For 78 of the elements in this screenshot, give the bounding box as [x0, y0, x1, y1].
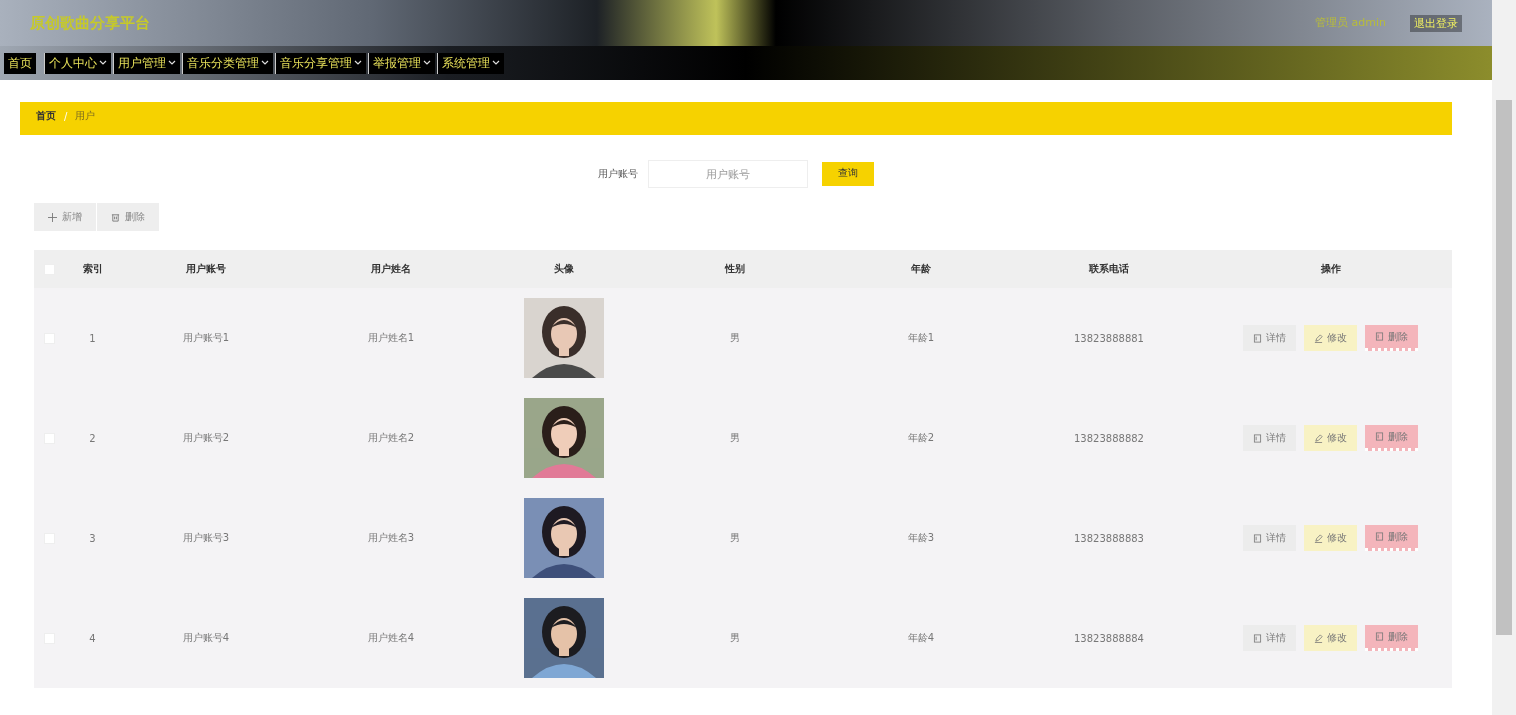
breadcrumb-current: 用户	[75, 109, 96, 123]
nav-item[interactable]: 音乐分类管理	[182, 52, 273, 74]
row-action-button[interactable]: 修改	[1304, 625, 1357, 651]
table-cell-text: 2	[88, 432, 97, 444]
column-header: 索引	[81, 262, 104, 276]
row-action-button[interactable]: 详情	[1243, 625, 1296, 651]
document-icon	[1375, 632, 1384, 641]
column-header: 用户姓名	[370, 262, 412, 276]
scrollbar-thumb[interactable]	[1496, 100, 1512, 635]
table-cell-text: 男	[729, 631, 741, 645]
pencil-icon	[1314, 633, 1323, 643]
document-icon	[1375, 532, 1384, 541]
document-icon	[1375, 332, 1384, 341]
table-cell-text: 用户姓名4	[366, 631, 416, 645]
search-field[interactable]: 用户账号	[648, 160, 808, 188]
row-action-button[interactable]: 详情	[1243, 525, 1296, 551]
table-cell-text: 用户账号4	[181, 631, 231, 645]
nav-item[interactable]: 用户管理	[113, 52, 180, 74]
row-action-button[interactable]: 修改	[1304, 425, 1357, 451]
row-action-button[interactable]: 修改	[1304, 525, 1357, 551]
document-icon	[1253, 533, 1262, 543]
search-button[interactable]: 查询	[822, 162, 874, 186]
table-cell-text: 3	[88, 532, 97, 544]
search-label: 用户账号	[598, 167, 638, 181]
table-cell-text: 4	[88, 632, 97, 644]
nav-item[interactable]: 个人中心	[44, 52, 111, 74]
column-header: 用户账号	[185, 262, 227, 276]
table-cell-text: 年龄3	[906, 531, 936, 545]
delete-button[interactable]: 删除	[97, 203, 160, 231]
nav-item[interactable]: 举报管理	[368, 52, 435, 74]
row-action-button[interactable]: 删除	[1365, 525, 1418, 551]
add-button[interactable]: 新增	[34, 203, 97, 231]
row-action-button[interactable]: 修改	[1304, 325, 1357, 351]
column-header: 年龄	[910, 262, 932, 276]
document-icon	[1375, 432, 1384, 441]
breadcrumb-link[interactable]: 首页	[36, 109, 56, 123]
table-cell-text: 13823888883	[1073, 532, 1145, 544]
table-cell-text: 13823888884	[1073, 632, 1145, 644]
table-cell-text: 年龄1	[906, 331, 936, 345]
site-title: 原创歌曲分享平台	[30, 13, 150, 33]
scrollbar[interactable]	[1492, 0, 1516, 715]
row-action-button[interactable]: 删除	[1365, 325, 1418, 351]
table-cell-text: 13823888881	[1073, 332, 1145, 344]
nav-item[interactable]: 系统管理	[437, 52, 504, 74]
nav-item[interactable]: 音乐分享管理	[275, 52, 366, 74]
column-header: 头像	[553, 262, 575, 276]
document-icon	[1253, 633, 1262, 643]
table-cell-text: 用户姓名3	[366, 531, 416, 545]
table-cell-text: 男	[729, 431, 741, 445]
table-cell-text: 用户姓名1	[366, 331, 416, 345]
table-cell-text: 年龄4	[906, 631, 936, 645]
logout-link[interactable]: 退出登录	[1410, 14, 1462, 32]
column-header: 操作	[1319, 262, 1342, 276]
nav-item[interactable]: 首页	[4, 52, 36, 74]
table-cell-text: 用户账号2	[181, 431, 231, 445]
trash-icon	[111, 212, 120, 222]
row-action-button[interactable]: 删除	[1365, 625, 1418, 651]
user-label: 管理员 admin	[1315, 14, 1386, 31]
pencil-icon	[1314, 433, 1323, 443]
column-header: 性别	[723, 262, 746, 276]
table-cell-text: 用户姓名2	[366, 431, 416, 445]
row-action-button[interactable]: 详情	[1243, 325, 1296, 351]
table-cell-text: 13823888882	[1073, 432, 1145, 444]
column-header: 联系电话	[1088, 262, 1130, 276]
table-cell-text: 1	[88, 332, 97, 344]
pencil-icon	[1314, 333, 1323, 343]
breadcrumb-separator: /	[64, 110, 68, 122]
table-cell-text: 用户账号3	[181, 531, 231, 545]
table-cell-text: 男	[729, 331, 741, 345]
table-cell-text: 男	[729, 531, 741, 545]
table-cell-text: 用户账号1	[181, 331, 231, 345]
row-action-button[interactable]: 删除	[1365, 425, 1418, 451]
pencil-icon	[1314, 533, 1323, 543]
table-cell-text: 年龄2	[906, 431, 936, 445]
document-icon	[1253, 333, 1262, 343]
row-action-button[interactable]: 详情	[1243, 425, 1296, 451]
document-icon	[1253, 433, 1262, 443]
plus-icon	[48, 212, 57, 222]
